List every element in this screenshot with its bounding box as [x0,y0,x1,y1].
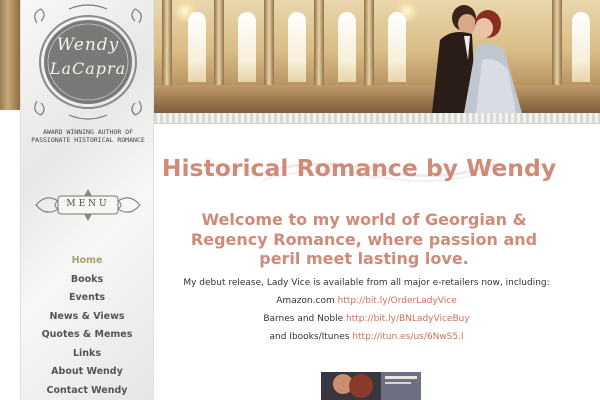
welcome-heading: Welcome to my world of Georgian & Regenc… [190,210,538,268]
page-title: Historical Romance by Wendy [161,154,557,182]
retailer-name: Amazon.com [276,296,335,306]
retailer-link-amazon[interactable]: http://bit.ly/OrderLadyVice [338,296,457,306]
nav-item-home[interactable]: Home [20,252,154,271]
main-nav: Home Books Events News & Views Quotes & … [20,252,154,400]
romance-couple-image [412,0,542,113]
retailer-name: Barnes and Noble [263,314,344,324]
nav-item-news-views[interactable]: News & Views [20,308,154,327]
window-decoration [338,12,356,82]
retailer-link-barnes-noble[interactable]: http://bit.ly/BNLadyViceBuy [346,314,470,324]
window-decoration [288,12,306,82]
header-banner-image [154,0,600,113]
window-decoration [238,12,256,82]
menu-badge: MENU [32,189,144,221]
banner-lace-trim [154,113,600,124]
retailer-barnes-noble: Barnes and Noble http://bit.ly/BNLadyVic… [154,314,579,324]
retailer-link-itunes[interactable]: http://itun.es/us/6NwS5.l [352,332,463,342]
author-tagline: AWARD WINNING AUTHOR OF PASSIONATE HISTO… [31,128,145,144]
retailer-amazon: Amazon.com http://bit.ly/OrderLadyVice [154,296,579,306]
retailer-itunes: and Ibooks/Itunes http://itun.es/us/6NwS… [154,332,579,342]
menu-label: MENU [66,199,110,209]
intro-text: My debut release, Lady Vice is available… [183,278,550,288]
window-decoration [572,12,590,82]
book-cover-image[interactable] [321,372,421,400]
nav-item-links[interactable]: Links [20,345,154,364]
main-content: Historical Romance by Wendy Welcome to m… [154,124,600,400]
site-logo[interactable]: Wendy LaCapra [29,3,147,121]
retailer-name: and Ibooks/Itunes [269,332,350,342]
nav-item-contact[interactable]: Contact Wendy [20,382,154,400]
nav-item-about[interactable]: About Wendy [20,363,154,382]
logo-text-first-name: Wendy [56,35,120,55]
nav-item-books[interactable]: Books [20,271,154,290]
window-decoration [188,12,206,82]
nav-item-quotes-memes[interactable]: Quotes & Memes [20,326,154,345]
window-decoration [388,12,406,82]
nav-item-events[interactable]: Events [20,289,154,308]
logo-text-last-name: LaCapra [49,59,127,78]
banner-left-edge [0,0,20,110]
